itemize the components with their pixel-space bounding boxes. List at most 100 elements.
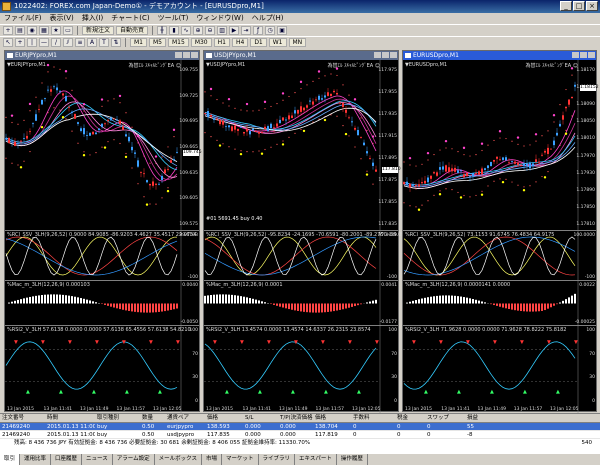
channel-icon[interactable]: ⫽ (63, 38, 73, 47)
navigator-icon[interactable]: ★ (51, 26, 61, 35)
chart-shift-icon[interactable]: ⇥ (241, 26, 252, 35)
price-pane[interactable]: ▼EURJPYpro,M1 為替ｴﾙ ｽｷｬﾙﾋﾟﾝｸﾞEA ☺ 109.755 10… (5, 60, 202, 230)
timeframe-h4[interactable]: H4 (231, 38, 249, 47)
arrows-icon[interactable]: ⇅ (111, 38, 121, 47)
menu-view[interactable]: 表示(V) (50, 13, 74, 24)
indicator-pane-3[interactable]: ▼ ▼ ▼ ▼ ▼ ▼ ▼ ▲ ▲ ▲ ▲ ▲ %RSI2_V_3LH 71.9628 0.0000 0… (403, 325, 596, 414)
tile-windows-icon[interactable]: ▥ (217, 26, 228, 35)
col-price[interactable]: 価格 (205, 414, 243, 422)
indicator-pane-2[interactable]: %Mac_m_3LH(12,26,9) 0.000103 0.0040 -0.005… (5, 280, 199, 326)
crosshair-icon[interactable]: + (15, 38, 25, 47)
minimize-button[interactable]: _ (560, 1, 572, 11)
chart-maximize-icon[interactable] (580, 52, 587, 58)
table-row[interactable]: 21469240 2015.01.13 11:00:00 buy 0.50 us… (0, 431, 600, 439)
close-button[interactable]: × (586, 1, 598, 11)
timeframe-h1[interactable]: H1 (213, 38, 230, 47)
col-symbol[interactable]: 通貨ペア (165, 414, 205, 422)
indicator-pane-1[interactable]: %RCI_SSV_3LH(9,26,52) 0.9000 84.9085 -86… (5, 230, 199, 281)
new-chart-icon[interactable]: + (3, 26, 13, 35)
col-type[interactable]: 取引種別 (95, 414, 140, 422)
col-swap[interactable]: スワップ (425, 414, 465, 422)
timeframe-m5[interactable]: M5 (149, 38, 166, 47)
tab-alerts[interactable]: アラーム設定 (113, 454, 155, 465)
bar-chart-icon[interactable]: ╫ (157, 26, 168, 35)
templates-icon[interactable]: ▣ (277, 26, 288, 35)
chart-window-1[interactable]: USDJPYpro,M1 ▼USDJPYpro,M1 為替ｴﾙ ｽｷｬﾙﾋﾟﾝｸﾞE… (203, 50, 411, 414)
data-window-icon[interactable]: ▦ (39, 26, 49, 35)
cursor-icon[interactable]: ↖ (3, 38, 13, 47)
tab-journal[interactable]: 操作履歴 (337, 454, 368, 465)
tab-exposure[interactable]: 運用比率 (20, 454, 52, 465)
profiles-icon[interactable]: ▤ (15, 26, 25, 35)
price-pane[interactable]: ▼EURUSDpro,M1 為替ｴﾙ ｽｷｬﾙﾋﾟﾝｸﾞEA ☺ 1.18170 1.… (403, 60, 599, 230)
chart-minimize-icon[interactable] (175, 52, 182, 58)
candle-chart-icon[interactable]: ▮ (169, 26, 180, 35)
indicator-pane-3[interactable]: ▼ ▼ ▼ ▼ ▼ ▼ ▼ ▲ ▲ ▲ ▲ ▲ %RSI2_V_3LH 57.6138 0.0000 0… (5, 325, 199, 414)
fibonacci-icon[interactable]: ≡ (75, 38, 85, 47)
price-pane[interactable]: ▼USDJPYpro,M1 為替ｴﾙ ｽｷｬﾙﾋﾟﾝｸﾞEA ☺ #01 5691.… (204, 60, 401, 230)
tab-marketplace[interactable]: マーケット (222, 454, 259, 465)
trendline-icon[interactable]: / (51, 38, 61, 47)
timeframe-m15[interactable]: M15 (168, 38, 189, 47)
chart-maximize-icon[interactable] (382, 52, 389, 58)
indicator-pane-2[interactable]: %Mac_m_3LH(12,26,9) 0.0001 0.0041 -0.0177 (204, 280, 398, 326)
col-time[interactable]: 時間 (45, 414, 95, 422)
timeframe-m30[interactable]: M30 (190, 38, 212, 47)
tab-mailbox[interactable]: メールボックス (155, 454, 202, 465)
tab-market[interactable]: 市場 (202, 454, 222, 465)
market-watch-icon[interactable]: ◉ (27, 26, 37, 35)
line-chart-icon[interactable]: ∿ (181, 26, 192, 35)
tab-trade[interactable]: 取引 (0, 454, 21, 465)
label-icon[interactable]: T (99, 38, 109, 47)
indicator-pane-3[interactable]: ▼ ▼ ▼ ▼ ▼ ▼ ▼ ▲ ▲ ▲ ▲ ▲ %RSI2_V_3LH 13.4574 0.0000 1… (204, 325, 398, 414)
text-icon[interactable]: A (87, 38, 97, 47)
indicators-icon[interactable]: ƒ (253, 26, 264, 35)
col-tax[interactable]: 税金 (395, 414, 425, 422)
col-ticket[interactable]: 注文番号 (0, 414, 45, 422)
chart-close-icon[interactable] (191, 52, 198, 58)
col-tp[interactable]: T/P(決済価格) (278, 414, 313, 422)
indicator-pane-1[interactable]: %RCI_SSV_3LH(9,26,52) 73.1153 91.6745 76… (403, 230, 596, 281)
chart-window-title[interactable]: EURJPYpro,M1 (5, 51, 199, 60)
chart-minimize-icon[interactable] (374, 52, 381, 58)
col-size[interactable]: 数量 (140, 414, 165, 422)
timeframe-w1[interactable]: W1 (268, 38, 287, 47)
new-order-button[interactable]: 新規注文 (82, 26, 115, 35)
tab-library[interactable]: ライブラリ (259, 454, 296, 465)
auto-scroll-icon[interactable]: ▶ (229, 26, 240, 35)
chart-window-title[interactable]: USDJPYpro,M1 (204, 51, 398, 60)
menu-tools[interactable]: ツール(T) (158, 13, 189, 24)
col-sl[interactable]: S/L (243, 414, 278, 422)
indicator-pane-1[interactable]: %RCI_SSV_3LH(9,26,52) -95.8234 -24.1695 … (204, 230, 411, 281)
chart-minimize-icon[interactable] (572, 52, 579, 58)
zoom-in-icon[interactable]: ⊕ (193, 26, 204, 35)
horizontal-line-icon[interactable]: — (39, 38, 49, 47)
chart-maximize-icon[interactable] (183, 52, 190, 58)
tab-news[interactable]: ニュース (82, 454, 113, 465)
table-row[interactable]: 21469240 2015.01.13 11:00:00 buy 0.50 eu… (0, 423, 600, 431)
auto-trade-button[interactable]: 自動売買 (116, 26, 149, 35)
timeframe-m1[interactable]: M1 (130, 38, 147, 47)
menu-file[interactable]: ファイル(F) (4, 13, 42, 24)
col-cur-price[interactable]: 価格 (313, 414, 351, 422)
timeframe-d1[interactable]: D1 (250, 38, 267, 47)
terminal-icon[interactable]: ▭ (63, 26, 73, 35)
chart-window-2[interactable]: EURUSDpro,M1 ▼EURUSDpro,M1 為替ｴﾙ ｽｷｬﾙﾋﾟﾝｸﾞE… (402, 50, 599, 414)
vertical-line-icon[interactable]: | (27, 38, 37, 47)
maximize-button[interactable]: □ (573, 1, 585, 11)
chart-close-icon[interactable] (390, 52, 397, 58)
indicator-pane-2[interactable]: %Mac_m_3LH(12,26,9) 0.0000141 0.0000 0.00… (403, 280, 596, 326)
tab-history[interactable]: 口座履歴 (51, 454, 83, 465)
chart-window-0[interactable]: EURJPYpro,M1 ▼EURJPYpro,M1 為替ｴﾙ ｽｷｬﾙﾋﾟﾝｸﾞE… (4, 50, 202, 414)
menu-window[interactable]: ウィンドウ(W) (196, 13, 243, 24)
timeframe-mn[interactable]: MN (288, 38, 307, 47)
col-profit[interactable]: 損益 (465, 414, 505, 422)
col-commission[interactable]: 手数料 (351, 414, 395, 422)
menu-insert[interactable]: 挿入(I) (82, 13, 104, 24)
zoom-out-icon[interactable]: ⊖ (205, 26, 216, 35)
periods-icon[interactable]: ◷ (265, 26, 276, 35)
chart-close-icon[interactable] (588, 52, 595, 58)
tab-experts[interactable]: エキスパート (295, 454, 337, 465)
menu-help[interactable]: ヘルプ(H) (252, 13, 284, 24)
chart-window-title[interactable]: EURUSDpro,M1 (403, 51, 596, 60)
